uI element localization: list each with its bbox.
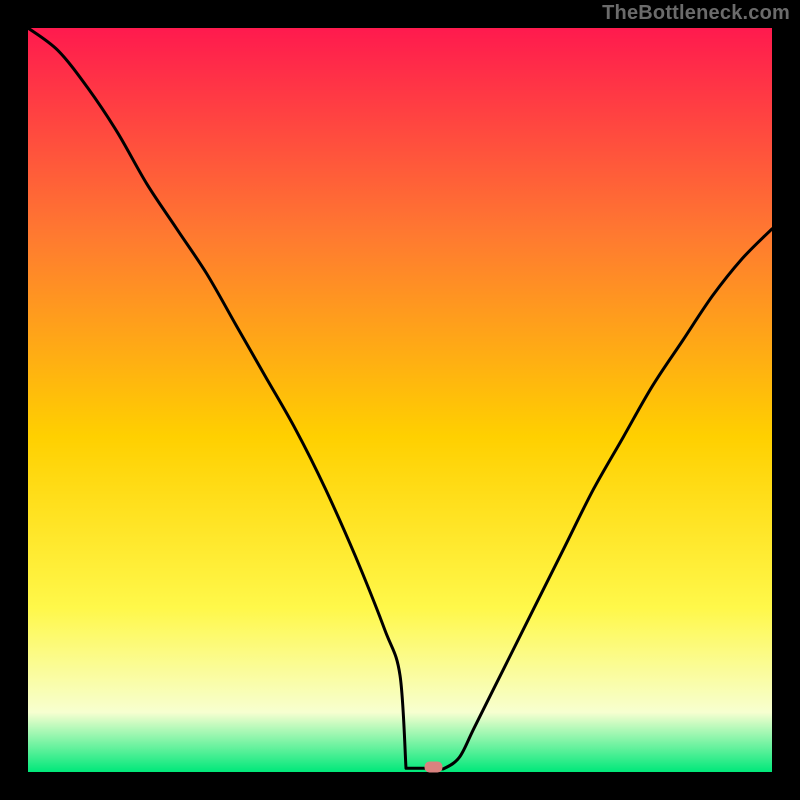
chart-gradient-bg bbox=[28, 28, 772, 772]
balance-point-marker bbox=[425, 762, 443, 773]
chart-stage: TheBottleneck.com bbox=[0, 0, 800, 800]
bottleneck-chart bbox=[0, 0, 800, 800]
watermark-text: TheBottleneck.com bbox=[602, 2, 790, 25]
